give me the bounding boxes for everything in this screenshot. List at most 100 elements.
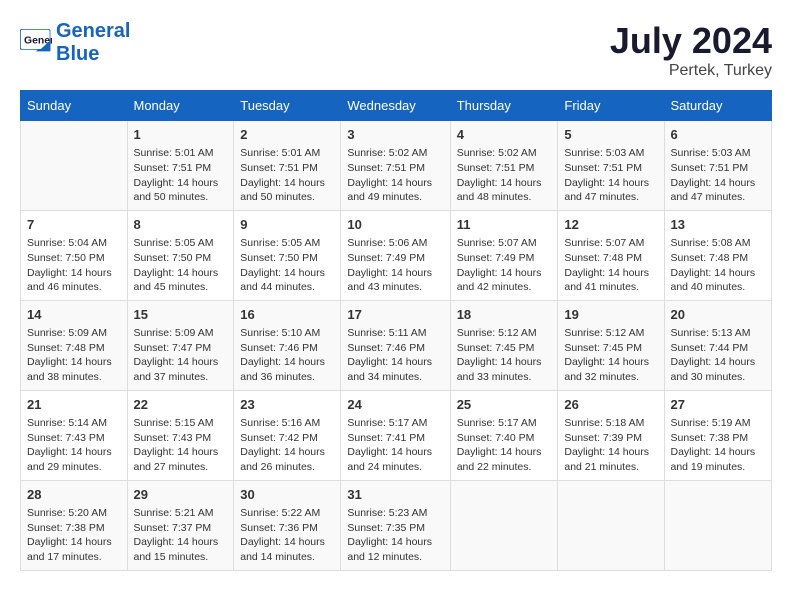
day-info: Sunrise: 5:08 AMSunset: 7:48 PMDaylight:… (671, 236, 766, 295)
day-info: Sunrise: 5:18 AMSunset: 7:39 PMDaylight:… (564, 416, 657, 475)
day-info: Sunrise: 5:12 AMSunset: 7:45 PMDaylight:… (564, 326, 657, 385)
day-info: Sunrise: 5:09 AMSunset: 7:47 PMDaylight:… (134, 326, 228, 385)
day-number: 10 (347, 216, 443, 234)
calendar-cell: 10Sunrise: 5:06 AMSunset: 7:49 PMDayligh… (341, 210, 450, 300)
calendar-cell: 4 Sunrise: 5:02 AMSunset: 7:51 PMDaylight… (450, 121, 558, 211)
calendar-cell: 17Sunrise: 5:11 AMSunset: 7:46 PMDayligh… (341, 300, 450, 390)
calendar-cell: 24Sunrise: 5:17 AMSunset: 7:41 PMDayligh… (341, 390, 450, 480)
day-number: 19 (564, 306, 657, 324)
day-number: 11 (457, 216, 552, 234)
calendar-cell: 11 Sunrise: 5:07 AMSunset: 7:49 PMDayligh… (450, 210, 558, 300)
day-number: 14 (27, 306, 121, 324)
day-info: Sunrise: 5:04 AMSunset: 7:50 PMDaylight:… (27, 236, 121, 295)
day-info: Sunrise: 5:01 AMSunset: 7:51 PMDaylight:… (134, 146, 228, 205)
day-number: 27 (671, 396, 766, 414)
calendar-cell (21, 121, 128, 211)
day-info: Sunrise: 5:13 AMSunset: 7:44 PMDaylight:… (671, 326, 766, 385)
day-number: 31 (347, 486, 443, 504)
day-info: Sunrise: 5:05 AMSunset: 7:50 PMDaylight:… (240, 236, 334, 295)
day-number: 20 (671, 306, 766, 324)
calendar-cell (450, 480, 558, 570)
day-number: 17 (347, 306, 443, 324)
calendar-header-row: SundayMondayTuesdayWednesdayThursdayFrid… (21, 91, 772, 121)
logo-icon: General (20, 29, 52, 57)
calendar-cell: 31Sunrise: 5:23 AMSunset: 7:35 PMDayligh… (341, 480, 450, 570)
day-number: 3 (347, 126, 443, 144)
day-info: Sunrise: 5:20 AMSunset: 7:38 PMDaylight:… (27, 506, 121, 565)
calendar-cell: 16 Sunrise: 5:10 AMSunset: 7:46 PMDayligh… (234, 300, 341, 390)
calendar-cell: 19 Sunrise: 5:12 AMSunset: 7:45 PMDayligh… (558, 300, 664, 390)
calendar-cell: 6 Sunrise: 5:03 AMSunset: 7:51 PMDaylight… (664, 121, 772, 211)
day-info: Sunrise: 5:10 AMSunset: 7:46 PMDaylight:… (240, 326, 334, 385)
calendar-cell: 14Sunrise: 5:09 AMSunset: 7:48 PMDayligh… (21, 300, 128, 390)
calendar-week-row: 1 Sunrise: 5:01 AMSunset: 7:51 PMDaylight… (21, 121, 772, 211)
day-number: 23 (240, 396, 334, 414)
calendar-cell: 13 Sunrise: 5:08 AMSunset: 7:48 PMDayligh… (664, 210, 772, 300)
day-info: Sunrise: 5:01 AMSunset: 7:51 PMDaylight:… (240, 146, 334, 205)
day-number: 9 (240, 216, 334, 234)
day-number: 26 (564, 396, 657, 414)
calendar-week-row: 21 Sunrise: 5:14 AMSunset: 7:43 PMDayligh… (21, 390, 772, 480)
day-number: 28 (27, 486, 121, 504)
day-number: 16 (240, 306, 334, 324)
calendar-week-row: 14Sunrise: 5:09 AMSunset: 7:48 PMDayligh… (21, 300, 772, 390)
day-info: Sunrise: 5:21 AMSunset: 7:37 PMDaylight:… (134, 506, 228, 565)
calendar-cell: 3 Sunrise: 5:02 AMSunset: 7:51 PMDaylight… (341, 121, 450, 211)
calendar-cell: 27 Sunrise: 5:19 AMSunset: 7:38 PMDayligh… (664, 390, 772, 480)
day-number: 29 (134, 486, 228, 504)
column-header-sunday: Sunday (21, 91, 128, 121)
day-number: 1 (134, 126, 228, 144)
column-header-monday: Monday (127, 91, 234, 121)
day-info: Sunrise: 5:02 AMSunset: 7:51 PMDaylight:… (457, 146, 552, 205)
calendar-cell: 5 Sunrise: 5:03 AMSunset: 7:51 PMDaylight… (558, 121, 664, 211)
column-header-tuesday: Tuesday (234, 91, 341, 121)
day-number: 2 (240, 126, 334, 144)
day-info: Sunrise: 5:17 AMSunset: 7:41 PMDaylight:… (347, 416, 443, 475)
day-info: Sunrise: 5:19 AMSunset: 7:38 PMDaylight:… (671, 416, 766, 475)
calendar-cell (664, 480, 772, 570)
calendar-cell: 21 Sunrise: 5:14 AMSunset: 7:43 PMDayligh… (21, 390, 128, 480)
calendar-cell (558, 480, 664, 570)
calendar-cell: 20 Sunrise: 5:13 AMSunset: 7:44 PMDayligh… (664, 300, 772, 390)
day-info: Sunrise: 5:12 AMSunset: 7:45 PMDaylight:… (457, 326, 552, 385)
day-number: 21 (27, 396, 121, 414)
day-info: Sunrise: 5:07 AMSunset: 7:49 PMDaylight:… (457, 236, 552, 295)
calendar-cell: 28 Sunrise: 5:20 AMSunset: 7:38 PMDayligh… (21, 480, 128, 570)
column-header-saturday: Saturday (664, 91, 772, 121)
day-number: 12 (564, 216, 657, 234)
day-number: 18 (457, 306, 552, 324)
day-info: Sunrise: 5:16 AMSunset: 7:42 PMDaylight:… (240, 416, 334, 475)
day-info: Sunrise: 5:22 AMSunset: 7:36 PMDaylight:… (240, 506, 334, 565)
calendar-cell: 2 Sunrise: 5:01 AMSunset: 7:51 PMDaylight… (234, 121, 341, 211)
logo: General General Blue (20, 20, 130, 66)
month-year-title: July 2024 (610, 20, 772, 62)
calendar-cell: 7Sunrise: 5:04 AMSunset: 7:50 PMDaylight… (21, 210, 128, 300)
column-header-wednesday: Wednesday (341, 91, 450, 121)
calendar-cell: 1 Sunrise: 5:01 AMSunset: 7:51 PMDaylight… (127, 121, 234, 211)
title-block: July 2024 Pertek, Turkey (610, 20, 772, 80)
day-number: 5 (564, 126, 657, 144)
calendar-cell: 18 Sunrise: 5:12 AMSunset: 7:45 PMDayligh… (450, 300, 558, 390)
day-info: Sunrise: 5:14 AMSunset: 7:43 PMDaylight:… (27, 416, 121, 475)
day-number: 13 (671, 216, 766, 234)
calendar-cell: 22Sunrise: 5:15 AMSunset: 7:43 PMDayligh… (127, 390, 234, 480)
day-info: Sunrise: 5:15 AMSunset: 7:43 PMDaylight:… (134, 416, 228, 475)
day-info: Sunrise: 5:03 AMSunset: 7:51 PMDaylight:… (564, 146, 657, 205)
day-number: 15 (134, 306, 228, 324)
day-number: 4 (457, 126, 552, 144)
calendar-cell: 9 Sunrise: 5:05 AMSunset: 7:50 PMDaylight… (234, 210, 341, 300)
calendar-cell: 30Sunrise: 5:22 AMSunset: 7:36 PMDayligh… (234, 480, 341, 570)
day-number: 6 (671, 126, 766, 144)
column-header-friday: Friday (558, 91, 664, 121)
calendar-cell: 29 Sunrise: 5:21 AMSunset: 7:37 PMDayligh… (127, 480, 234, 570)
day-number: 8 (134, 216, 228, 234)
calendar-cell: 8Sunrise: 5:05 AMSunset: 7:50 PMDaylight… (127, 210, 234, 300)
page-header: General General Blue July 2024 Pertek, T… (20, 20, 772, 80)
day-info: Sunrise: 5:17 AMSunset: 7:40 PMDaylight:… (457, 416, 552, 475)
calendar-cell: 12Sunrise: 5:07 AMSunset: 7:48 PMDayligh… (558, 210, 664, 300)
calendar-cell: 26 Sunrise: 5:18 AMSunset: 7:39 PMDayligh… (558, 390, 664, 480)
calendar-week-row: 28 Sunrise: 5:20 AMSunset: 7:38 PMDayligh… (21, 480, 772, 570)
day-info: Sunrise: 5:03 AMSunset: 7:51 PMDaylight:… (671, 146, 766, 205)
calendar-cell: 25Sunrise: 5:17 AMSunset: 7:40 PMDayligh… (450, 390, 558, 480)
day-info: Sunrise: 5:02 AMSunset: 7:51 PMDaylight:… (347, 146, 443, 205)
